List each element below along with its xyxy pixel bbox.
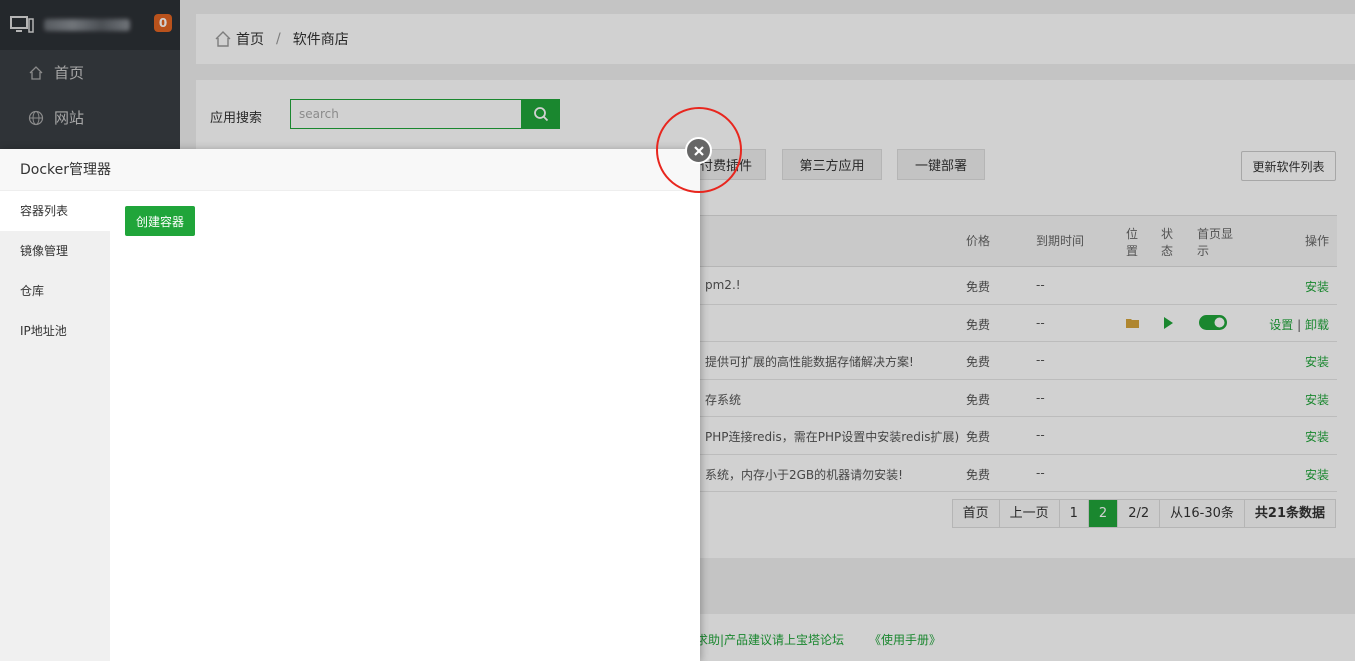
dialog-title: Docker管理器 bbox=[0, 149, 700, 191]
nav-ip-pool[interactable]: IP地址池 bbox=[0, 311, 110, 351]
highlight-circle bbox=[656, 107, 742, 193]
docker-manager-dialog: Docker管理器 容器列表 镜像管理 仓库 IP地址池 创建容器 bbox=[0, 149, 700, 661]
nav-image-management[interactable]: 镜像管理 bbox=[0, 231, 110, 271]
create-container-button[interactable]: 创建容器 bbox=[125, 206, 195, 236]
nav-repository[interactable]: 仓库 bbox=[0, 271, 110, 311]
dialog-nav: 容器列表 镜像管理 仓库 IP地址池 bbox=[0, 191, 110, 661]
nav-container-list[interactable]: 容器列表 bbox=[0, 191, 110, 231]
